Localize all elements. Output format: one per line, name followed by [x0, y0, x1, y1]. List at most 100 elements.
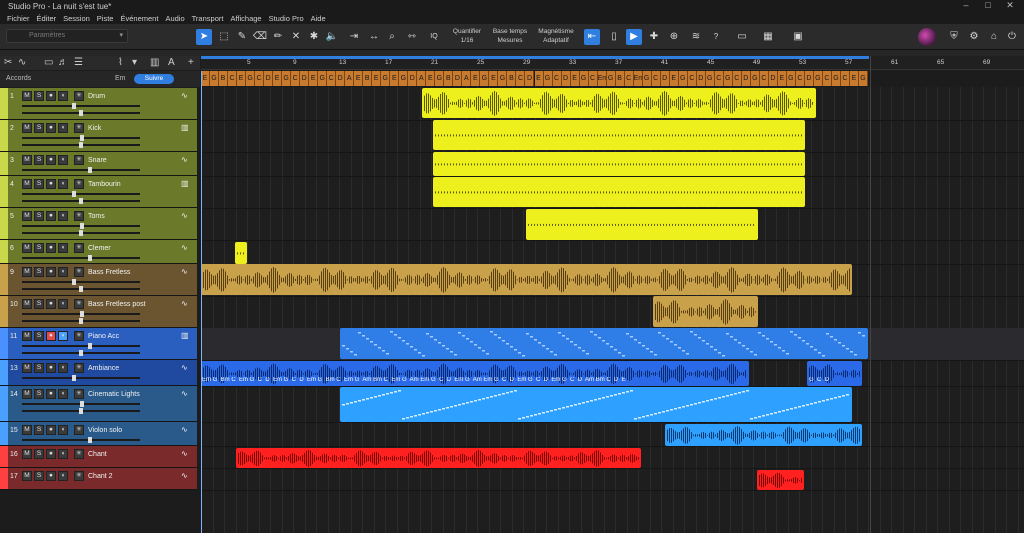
track-name[interactable]: Chant 2 — [88, 473, 113, 480]
mute-button[interactable]: M — [22, 123, 32, 133]
home-icon[interactable]: ⌂ — [986, 29, 1002, 45]
autoscroll-button[interactable]: ▶ — [626, 29, 642, 45]
volume-fader[interactable] — [22, 135, 140, 141]
pan-slider[interactable] — [22, 142, 140, 148]
chord-event[interactable]: A — [345, 71, 355, 86]
volume-fader[interactable] — [22, 191, 140, 197]
chord-event[interactable]: E — [273, 71, 283, 86]
track-header[interactable]: 13 M S ● ◖ ✳ Ambiance ∿ — [0, 360, 197, 386]
toms-clip[interactable] — [526, 209, 758, 240]
fx-button[interactable]: ✳ — [74, 425, 84, 435]
chord-event[interactable]: G — [399, 71, 409, 86]
volume-fader[interactable] — [22, 375, 140, 381]
automation-icon[interactable]: ∿ — [18, 57, 26, 68]
solo-button[interactable]: S — [34, 155, 44, 165]
pan-slider[interactable] — [22, 110, 140, 116]
solo-button[interactable]: S — [34, 449, 44, 459]
solo-button[interactable]: S — [34, 211, 44, 221]
volume-fader[interactable] — [22, 401, 140, 407]
track-header[interactable]: 1 M S ● ◖ ✳ Drum ∿ — [0, 88, 197, 120]
minimize-button[interactable]: – — [956, 0, 976, 12]
chord-event[interactable]: E — [237, 71, 247, 86]
solo-button[interactable]: S — [34, 91, 44, 101]
drum-clip[interactable] — [422, 88, 816, 118]
tool-icon[interactable]: ✂ — [4, 57, 12, 68]
chord-event[interactable]: C — [840, 71, 850, 86]
piano-clip[interactable] — [340, 328, 868, 359]
chord-event[interactable]: G — [282, 71, 292, 86]
track-list-button[interactable]: ≋ — [688, 29, 704, 45]
track-header[interactable]: 16 M S ● ◖ ✳ Chant ∿ — [0, 446, 197, 468]
chord-event[interactable]: G — [210, 71, 219, 86]
volume-fader[interactable] — [22, 311, 140, 317]
bass-post-clip[interactable] — [653, 296, 758, 327]
chord-event[interactable]: G — [498, 71, 508, 86]
chord-event[interactable]: E — [489, 71, 499, 86]
chord-event[interactable]: G — [813, 71, 823, 86]
add-track-button[interactable]: + — [188, 57, 194, 68]
help-button[interactable]: ? — [708, 29, 724, 45]
fx-button[interactable]: ✳ — [74, 155, 84, 165]
mute-button[interactable]: M — [22, 91, 32, 101]
volume-fader[interactable] — [22, 437, 140, 443]
chord-event[interactable]: E — [309, 71, 319, 86]
snap-grid-button[interactable]: ▯ — [606, 29, 622, 45]
record-button[interactable]: ● — [46, 267, 56, 277]
chord-event[interactable]: B — [444, 71, 454, 86]
fx-button[interactable]: ✳ — [74, 243, 84, 253]
chord-lane[interactable]: EGBCEGCDEGCDEGCDAEBEGEGDAEGBDAEGEGBCDEGC… — [201, 71, 1024, 87]
chord-event[interactable]: D — [660, 71, 670, 86]
power-icon[interactable]: ⏻ — [1004, 29, 1020, 45]
volume-knob[interactable] — [80, 311, 84, 317]
follow-button[interactable]: Suivre — [134, 74, 174, 84]
folder-icon[interactable]: ▭ — [44, 57, 53, 68]
chord-event[interactable]: E — [849, 71, 859, 86]
chord-event[interactable]: B — [615, 71, 625, 86]
track-name[interactable]: Chant — [88, 451, 107, 458]
mute-button[interactable]: M — [22, 363, 32, 373]
cinematic-clip[interactable] — [340, 387, 852, 422]
menu-studio-pro[interactable]: Studio Pro — [269, 14, 304, 23]
volume-fader[interactable] — [22, 343, 140, 349]
fx-button[interactable]: ✳ — [74, 299, 84, 309]
monitor-button[interactable]: ◖ — [58, 243, 68, 253]
volume-fader[interactable] — [22, 103, 140, 109]
quantize-selector[interactable]: Quantifier 1/16 — [452, 27, 482, 45]
timeline-ruler[interactable]: 5 9 13 17 21 25 29 33 37 41 45 49 53 57 61 65 69 — [201, 56, 1024, 70]
menu-evenement[interactable]: Événement — [120, 14, 158, 23]
volume-knob[interactable] — [88, 343, 92, 349]
record-button[interactable]: ● — [46, 331, 56, 341]
solo-button[interactable]: S — [34, 389, 44, 399]
chord-event[interactable]: D — [741, 71, 751, 86]
chant2-clip[interactable] — [757, 470, 804, 490]
maximize-button[interactable]: □ — [978, 0, 998, 12]
chord-event[interactable]: C — [759, 71, 769, 86]
mute-button[interactable]: M — [22, 179, 32, 189]
chord-event[interactable]: G — [831, 71, 841, 86]
track-name[interactable]: Clemer — [88, 245, 111, 252]
track-name[interactable]: Kick — [88, 125, 101, 132]
monitor-button[interactable]: ◖ — [58, 449, 68, 459]
paint-tool-button[interactable]: ✏ — [270, 29, 286, 45]
stretch-tool-button[interactable]: ⇥ — [346, 29, 362, 45]
chord-event[interactable]: E — [390, 71, 400, 86]
monitor-button[interactable]: ◖ — [58, 299, 68, 309]
volume-fader[interactable] — [22, 167, 140, 173]
pan-slider[interactable] — [22, 198, 140, 204]
record-button[interactable]: ● — [46, 179, 56, 189]
kick-clip[interactable] — [433, 120, 805, 150]
pan-slider[interactable] — [22, 286, 140, 292]
pan-knob[interactable] — [79, 408, 83, 414]
chord-event[interactable]: A — [462, 71, 472, 86]
track-name[interactable]: Drum — [88, 93, 105, 100]
monitor-button[interactable]: ◖ — [58, 91, 68, 101]
settings-icon[interactable]: ⚙ — [966, 29, 982, 45]
track-header[interactable]: 11 M S ● ◖ ✳ Piano Acc ▥ — [0, 328, 197, 360]
fx-button[interactable]: ✳ — [74, 363, 84, 373]
monitor-button[interactable]: ◖ — [58, 363, 68, 373]
volume-knob[interactable] — [80, 135, 84, 141]
monitor-button[interactable]: ◖ — [58, 123, 68, 133]
chord-event[interactable]: C — [291, 71, 301, 86]
chord-event[interactable]: C — [228, 71, 238, 86]
chord-event[interactable]: D — [525, 71, 535, 86]
